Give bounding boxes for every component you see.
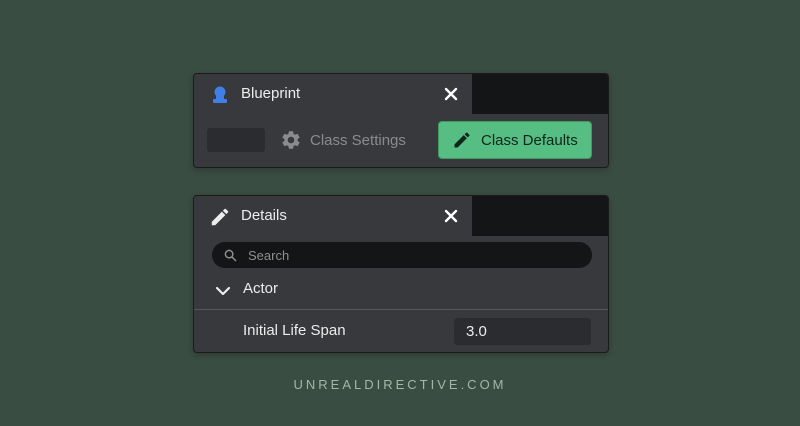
- category-label: Actor: [243, 280, 279, 297]
- class-settings-label: Class Settings: [310, 131, 406, 149]
- category-header-actor[interactable]: Actor: [194, 276, 608, 308]
- class-defaults-label: Class Defaults: [481, 132, 578, 149]
- pencil-icon: [211, 208, 229, 226]
- property-label: Initial Life Span: [243, 322, 346, 339]
- details-panel: Details Actor Initial Life Span: [193, 195, 609, 353]
- footer-url: UNREALDIRECTIVE.COM: [293, 377, 507, 392]
- search-icon: [224, 249, 237, 262]
- canvas: Blueprint Class Settings Class Defaults: [0, 0, 800, 426]
- chevron-down-icon[interactable]: [214, 284, 232, 298]
- blueprint-panel: Blueprint Class Settings Class Defaults: [193, 73, 609, 168]
- gear-icon: [282, 131, 300, 149]
- toolbar-placeholder: [207, 128, 265, 152]
- class-settings-button[interactable]: Class Settings: [280, 128, 406, 152]
- blueprint-icon: [213, 86, 227, 103]
- close-icon[interactable]: [442, 207, 460, 225]
- class-defaults-button[interactable]: Class Defaults: [438, 121, 592, 159]
- tab-title: Blueprint: [241, 85, 301, 102]
- tab-title: Details: [241, 207, 287, 224]
- search-bar[interactable]: [212, 242, 592, 268]
- tab-details[interactable]: Details: [194, 196, 472, 236]
- pencil-icon: [454, 132, 470, 148]
- initial-life-span-field[interactable]: [454, 318, 591, 345]
- details-tab-strip: Details: [194, 196, 608, 236]
- tab-blueprint[interactable]: Blueprint: [194, 74, 472, 114]
- property-row: Initial Life Span: [194, 310, 608, 352]
- blueprint-tab-strip: Blueprint: [194, 74, 608, 114]
- search-input[interactable]: [248, 245, 578, 265]
- close-icon[interactable]: [442, 85, 460, 103]
